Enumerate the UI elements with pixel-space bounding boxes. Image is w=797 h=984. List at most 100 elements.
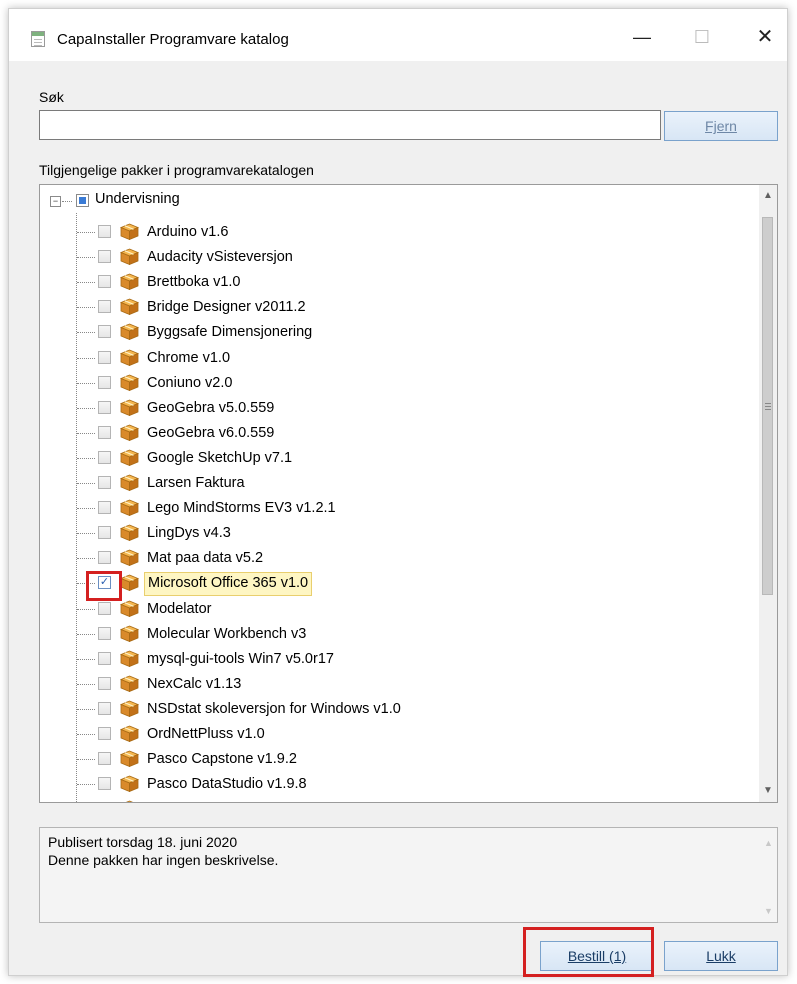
package-item[interactable]: Brettboka v1.0 <box>76 270 746 295</box>
package-tree[interactable]: − Undervisning Arduino v1.6 Audacity vSis… <box>39 184 778 803</box>
package-item[interactable]: Mat paa data v5.2 <box>76 546 746 571</box>
package-item[interactable]: PCSCHEMATIC Automation Skole v17.0 <box>76 797 746 802</box>
package-item[interactable]: Bridge Designer v2011.2 <box>76 295 746 320</box>
package-item[interactable]: Pasco DataStudio v1.9.8 <box>76 772 746 797</box>
package-item[interactable]: Lego MindStorms EV3 v1.2.1 <box>76 496 746 521</box>
title-bar[interactable]: CapaInstaller Programvare katalog — ☐ ✕ <box>9 9 787 61</box>
tree-connector <box>77 533 95 535</box>
package-checkbox[interactable] <box>98 425 111 439</box>
package-checkbox[interactable] <box>98 777 111 791</box>
package-checkbox[interactable] <box>98 325 111 339</box>
maximize-button[interactable]: ☐ <box>679 19 725 55</box>
package-checkbox[interactable] <box>98 450 111 464</box>
package-name: PCSCHEMATIC Automation Skole v17.0 <box>144 798 411 802</box>
scroll-thumb[interactable] <box>762 217 773 595</box>
package-item[interactable]: LingDys v4.3 <box>76 521 746 546</box>
package-name: Brettboka v1.0 <box>147 274 241 291</box>
package-name: Larsen Faktura <box>147 475 245 491</box>
package-icon <box>119 273 140 291</box>
tree-connector <box>77 658 95 660</box>
package-icon <box>119 600 140 617</box>
package-icon <box>119 298 140 316</box>
package-icon <box>120 800 139 802</box>
scroll-up-icon[interactable]: ▲ <box>759 187 777 205</box>
package-checkbox[interactable] <box>98 676 111 690</box>
package-item[interactable]: ✓ Microsoft Office 365 v1.0 <box>76 571 746 597</box>
package-checkbox[interactable] <box>98 501 111 515</box>
package-icon <box>119 750 140 768</box>
package-checkbox[interactable] <box>98 275 111 289</box>
package-name: Lego MindStorms EV3 v1.2.1 <box>147 500 336 517</box>
package-name: Mat paa data v5.2 <box>147 550 264 567</box>
package-checkbox[interactable] <box>98 375 111 389</box>
package-checkbox[interactable]: ✓ <box>98 576 111 590</box>
package-checkbox[interactable] <box>98 626 111 640</box>
tree-connector <box>77 332 95 334</box>
close-window-button[interactable]: ✕ <box>742 19 788 55</box>
root-checkbox[interactable] <box>76 194 89 207</box>
description-panel: Publisert torsdag 18. juni 2020 Denne pa… <box>39 827 778 923</box>
tree-scrollbar[interactable]: ▲ ▼ <box>759 185 777 802</box>
package-checkbox[interactable] <box>98 350 111 364</box>
package-item[interactable]: GeoGebra v5.0.559 <box>76 396 746 421</box>
description-scrollbar[interactable]: ▲ ▼ <box>760 828 777 922</box>
package-item[interactable]: Coniuno v2.0 <box>76 371 746 396</box>
package-item[interactable]: NexCalc v1.13 <box>76 672 746 697</box>
package-icon <box>119 248 140 266</box>
package-checkbox[interactable] <box>98 752 111 766</box>
package-item[interactable]: GeoGebra v6.0.559 <box>76 421 746 446</box>
package-checkbox[interactable] <box>98 476 111 489</box>
order-button[interactable]: Bestill (1) <box>540 941 654 971</box>
tree-connector <box>77 257 95 259</box>
package-checkbox[interactable] <box>98 300 111 314</box>
package-item[interactable]: Byggsafe Dimensjonering <box>76 320 746 345</box>
search-input[interactable] <box>39 110 661 140</box>
package-icon <box>119 725 140 743</box>
minimize-button[interactable]: — <box>619 19 665 55</box>
package-checkbox[interactable] <box>98 551 111 565</box>
package-item[interactable]: NSDstat skoleversjon for Windows v1.0 <box>76 697 746 722</box>
tree-connector <box>77 708 95 710</box>
tree-connector <box>77 608 95 610</box>
remove-button[interactable]: Fjern <box>664 111 778 141</box>
package-name: Chrome v1.0 <box>147 349 231 366</box>
package-item[interactable]: Modelator <box>76 597 746 622</box>
desc-scroll-up-icon[interactable]: ▲ <box>760 838 777 848</box>
tree-connector <box>77 583 95 585</box>
app-icon <box>31 31 45 47</box>
package-item[interactable]: Arduino v1.6 <box>76 220 746 245</box>
package-item[interactable]: mysql-gui-tools Win7 v5.0r17 <box>76 647 746 672</box>
package-item[interactable]: Audacity vSisteversjon <box>76 245 746 270</box>
tree-connector <box>77 232 95 233</box>
scroll-down-icon[interactable]: ▼ <box>759 782 777 800</box>
tree-connector <box>77 508 95 510</box>
package-checkbox[interactable] <box>98 225 111 238</box>
package-icon <box>119 223 140 241</box>
search-label: Søk <box>39 89 64 105</box>
package-checkbox[interactable] <box>98 250 111 264</box>
package-name: Arduino v1.6 <box>147 224 229 240</box>
package-name: Coniuno v2.0 <box>147 374 233 391</box>
tree-connector <box>77 382 95 384</box>
package-item[interactable]: Pasco Capstone v1.9.2 <box>76 747 746 772</box>
close-button[interactable]: Lukk <box>664 941 778 971</box>
package-name: Bridge Designer v2011.2 <box>147 299 306 316</box>
package-item[interactable]: OrdNettPluss v1.0 <box>76 722 746 747</box>
package-icon <box>119 323 140 341</box>
package-icon <box>119 374 140 391</box>
desc-scroll-down-icon[interactable]: ▼ <box>760 906 777 916</box>
package-name: Audacity vSisteversjon <box>147 249 293 266</box>
package-checkbox[interactable] <box>98 601 111 615</box>
package-item[interactable]: Molecular Workbench v3 <box>76 622 746 647</box>
package-item[interactable]: Google SketchUp v7.1 <box>76 446 746 471</box>
package-checkbox[interactable] <box>98 651 111 665</box>
package-item[interactable]: Chrome v1.0 <box>76 346 746 371</box>
package-name: Molecular Workbench v3 <box>147 625 307 642</box>
package-checkbox[interactable] <box>98 701 111 715</box>
package-checkbox[interactable] <box>98 727 111 740</box>
collapse-icon[interactable]: − <box>50 196 61 207</box>
tree-connector <box>62 201 72 202</box>
package-item[interactable]: Larsen Faktura <box>76 471 746 496</box>
package-checkbox[interactable] <box>98 526 111 540</box>
package-checkbox[interactable] <box>98 400 111 414</box>
